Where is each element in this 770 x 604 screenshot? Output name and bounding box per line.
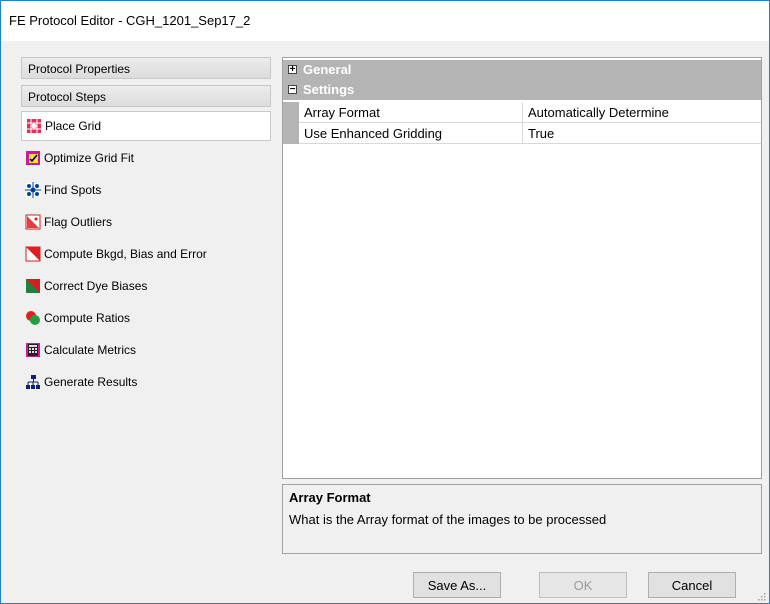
row-margin — [283, 123, 299, 144]
row-margin — [283, 102, 299, 123]
description-title: Array Format — [289, 490, 371, 505]
step-place-grid[interactable]: Place Grid — [21, 111, 271, 141]
correct-dye-biases-icon — [25, 278, 41, 294]
resize-grip-icon[interactable] — [756, 590, 766, 601]
collapse-icon[interactable]: − — [288, 85, 297, 95]
step-find-spots[interactable]: Find Spots — [21, 175, 271, 205]
step-correct-dye-biases[interactable]: Correct Dye Biases — [21, 271, 271, 301]
step-label: Flag Outliers — [44, 215, 113, 229]
property-row-array-format[interactable]: Array Format Automatically Determine — [283, 102, 761, 123]
flag-outliers-icon — [25, 214, 41, 230]
protocol-properties-header[interactable]: Protocol Properties — [21, 57, 271, 79]
step-label: Calculate Metrics — [44, 343, 137, 357]
step-optimize-grid-fit[interactable]: Optimize Grid Fit — [21, 143, 271, 173]
property-value[interactable]: True — [523, 123, 761, 144]
save-as-button[interactable]: Save As... — [413, 572, 501, 598]
category-label: General — [303, 62, 352, 77]
compute-ratios-icon — [25, 310, 41, 326]
title-bar[interactable]: FE Protocol Editor - CGH_1201_Sep17_2 — [1, 1, 769, 41]
step-label: Compute Bkgd, Bias and Error — [44, 247, 207, 261]
step-label: Find Spots — [44, 183, 102, 197]
property-value[interactable]: Automatically Determine — [523, 102, 761, 123]
find-spots-icon — [25, 182, 41, 198]
left-pane: Protocol Properties Protocol Steps Place… — [21, 57, 271, 397]
optimize-grid-fit-icon — [25, 150, 41, 166]
cancel-button[interactable]: Cancel — [648, 572, 736, 598]
step-label: Compute Ratios — [44, 311, 131, 325]
step-compute-ratios[interactable]: Compute Ratios — [21, 303, 271, 333]
step-calculate-metrics[interactable]: Calculate Metrics — [21, 335, 271, 365]
step-label: Generate Results — [44, 375, 138, 389]
step-compute-bkgd[interactable]: Compute Bkgd, Bias and Error — [21, 239, 271, 269]
category-settings[interactable]: − Settings — [283, 80, 761, 100]
ok-button[interactable]: OK — [539, 572, 627, 598]
window-title: FE Protocol Editor - CGH_1201_Sep17_2 — [9, 13, 251, 28]
property-name[interactable]: Array Format — [299, 102, 523, 123]
place-grid-icon — [26, 118, 42, 134]
category-general[interactable]: + General — [283, 60, 761, 80]
generate-results-icon — [25, 374, 41, 390]
step-flag-outliers[interactable]: Flag Outliers — [21, 207, 271, 237]
property-grid: + General − Settings Array Format Automa… — [282, 57, 762, 479]
compute-bkgd-icon — [25, 246, 41, 262]
property-row-use-enhanced-gridding[interactable]: Use Enhanced Gridding True — [283, 123, 761, 144]
step-label: Correct Dye Biases — [44, 279, 148, 293]
category-label: Settings — [303, 82, 355, 97]
calculate-metrics-icon — [25, 342, 41, 358]
protocol-steps-header[interactable]: Protocol Steps — [21, 85, 271, 107]
description-panel: Array Format What is the Array format of… — [282, 484, 762, 554]
step-label: Place Grid — [45, 119, 102, 133]
description-text: What is the Array format of the images t… — [289, 512, 607, 527]
property-name[interactable]: Use Enhanced Gridding — [299, 123, 523, 144]
step-label: Optimize Grid Fit — [44, 151, 135, 165]
expand-icon[interactable]: + — [288, 65, 297, 75]
step-generate-results[interactable]: Generate Results — [21, 367, 271, 397]
